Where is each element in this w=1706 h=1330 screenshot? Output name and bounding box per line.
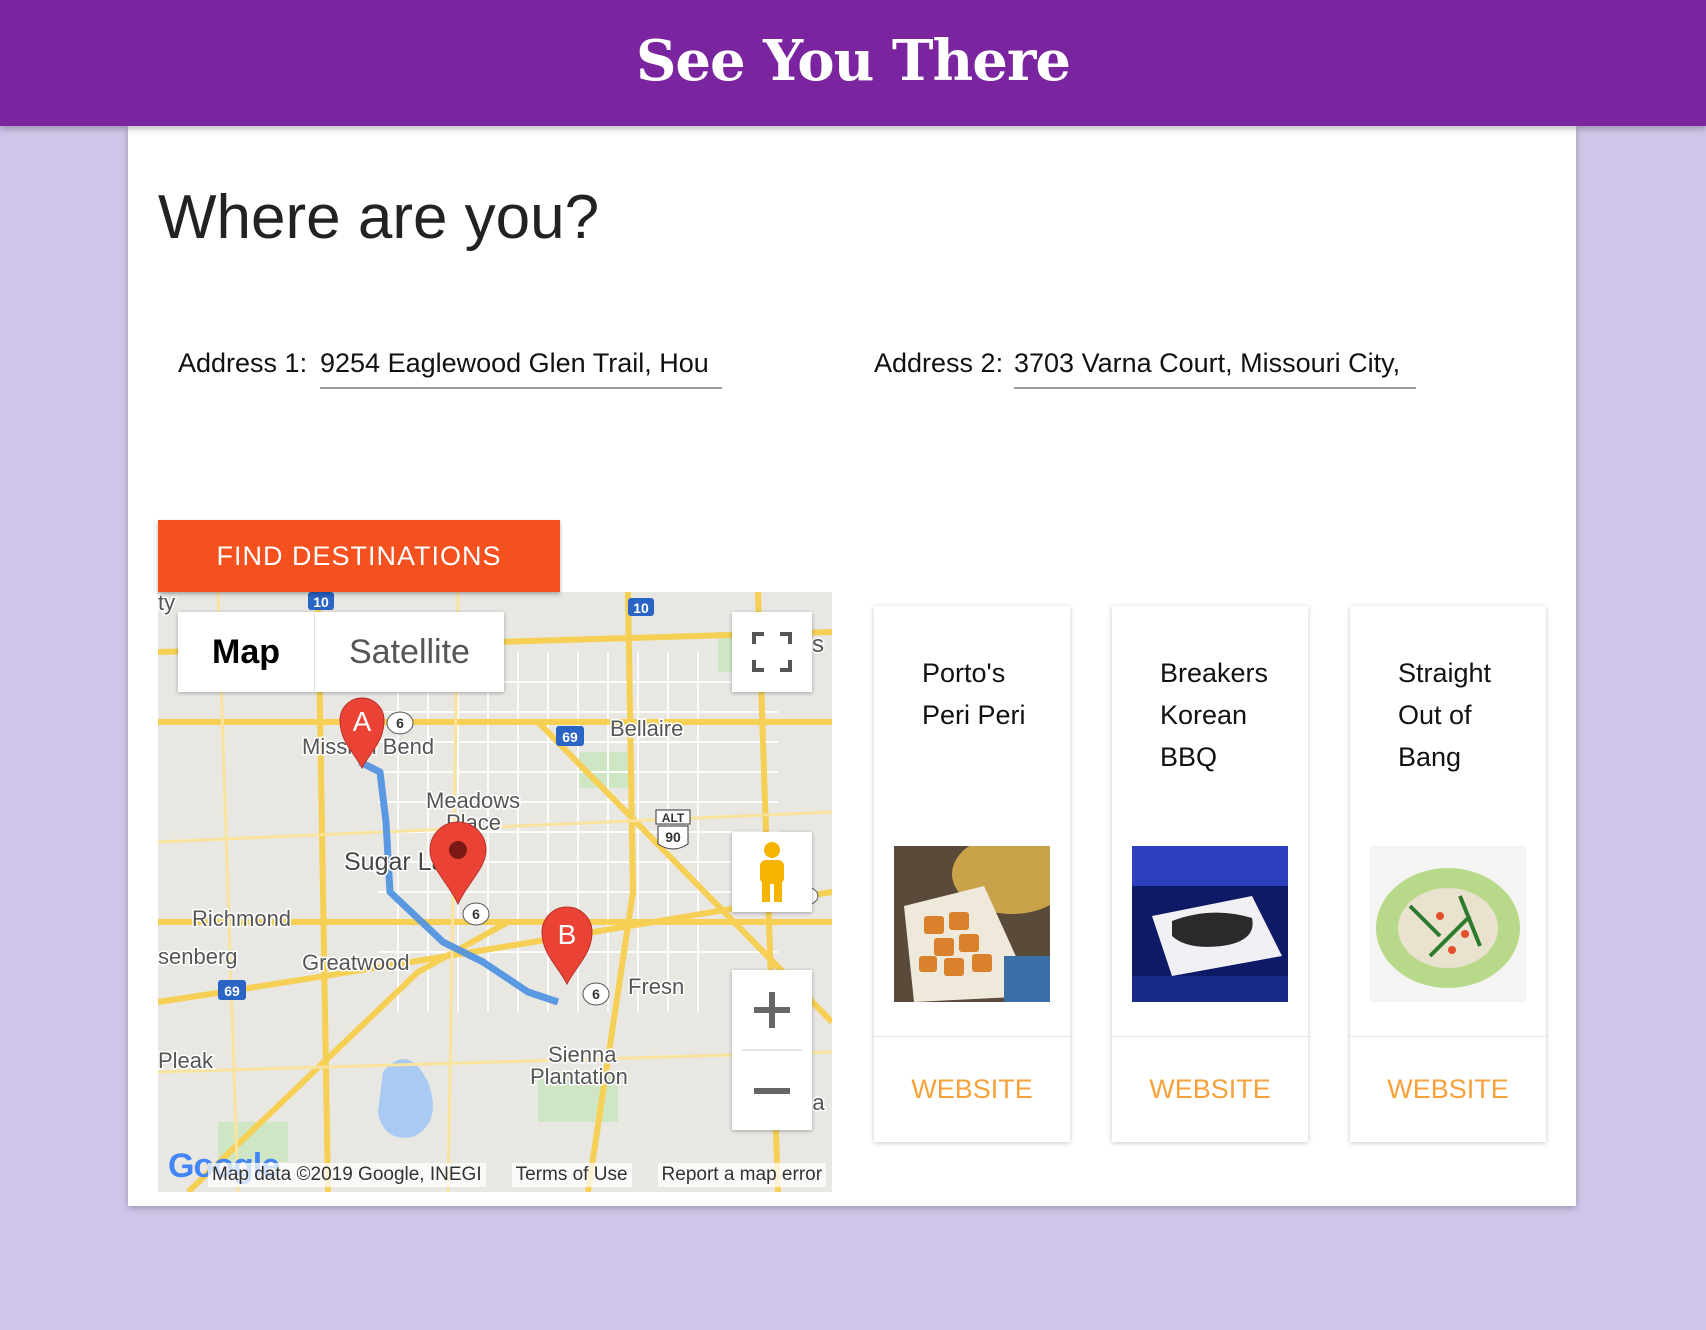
card-divider [1112, 1036, 1308, 1037]
place-label: Bellaire [610, 716, 683, 741]
zoom-out-button[interactable] [732, 1051, 812, 1130]
result-card: Porto's Peri Peri WEBSITE [874, 606, 1070, 1142]
place-label: Fresn [628, 974, 684, 999]
website-link[interactable]: WEBSITE [874, 1074, 1070, 1105]
card-divider [874, 1036, 1070, 1037]
fullscreen-button[interactable] [732, 612, 812, 692]
shield-label: 90 [665, 829, 681, 845]
shield-label: 6 [396, 715, 404, 731]
map-type-control[interactable]: Map Satellite [178, 612, 504, 692]
result-photo [894, 846, 1050, 1002]
map-type-map-button[interactable]: Map [178, 612, 315, 692]
svg-text:A: A [353, 706, 372, 737]
svg-text:B: B [558, 919, 577, 950]
shield-label: 69 [224, 983, 240, 999]
result-photo [1370, 846, 1526, 1002]
app-title: See You There [635, 28, 1071, 94]
place-label: Plantation [530, 1064, 628, 1089]
place-label: Greatwood [302, 950, 410, 975]
page-heading: Where are you? [158, 183, 600, 252]
fullscreen-icon [752, 632, 792, 672]
zoom-in-icon [754, 991, 790, 1028]
zoom-control [732, 970, 812, 1130]
shield-label: 69 [562, 729, 578, 745]
report-map-error-link[interactable]: Report a map error [657, 1163, 827, 1187]
result-name: Straight Out of Bang [1398, 658, 1492, 772]
shield-label: 6 [472, 906, 480, 922]
find-destinations-button[interactable]: FIND DESTINATIONS [158, 520, 560, 592]
map-type-satellite-button[interactable]: Satellite [315, 612, 504, 692]
zoom-out-icon [754, 1087, 790, 1094]
result-card: Breakers Korean BBQ WEBSITE [1112, 606, 1308, 1142]
pegman-icon [760, 842, 784, 902]
zoom-in-button[interactable] [732, 970, 812, 1049]
address-2-input[interactable] [1014, 339, 1416, 389]
address-1-label: Address 1: [178, 348, 308, 378]
app-header: See You There [0, 0, 1706, 126]
street-view-button[interactable] [732, 832, 812, 912]
route-map[interactable]: 10 10 6 69 ALT 90 6 6 69 288 [158, 592, 832, 1192]
card-divider [1350, 1036, 1546, 1037]
website-link[interactable]: WEBSITE [1112, 1074, 1308, 1105]
map-attribution: Map data ©2019 Google, INEGI [208, 1163, 486, 1187]
result-photo [1132, 846, 1288, 1002]
result-name: Breakers Korean BBQ [1160, 658, 1269, 772]
address-1-input[interactable] [320, 339, 722, 389]
address-2-label: Address 2: [874, 348, 1004, 378]
main-card: Where are you? Address 1: Address 2: FIN… [128, 126, 1576, 1206]
shield-label: 10 [633, 600, 649, 616]
website-link[interactable]: WEBSITE [1350, 1074, 1546, 1105]
place-label: Richmond [192, 906, 291, 931]
map-footer: Map data ©2019 Google, INEGI Terms of Us… [158, 1158, 832, 1192]
shield-label: 10 [313, 594, 329, 610]
place-label: Pleak [158, 1048, 214, 1073]
place-label: ty [158, 592, 175, 615]
shield-label: 6 [592, 986, 600, 1002]
result-card: Straight Out of Bang WEBSITE [1350, 606, 1546, 1142]
shield-label: ALT [662, 811, 685, 825]
terms-link[interactable]: Terms of Use [511, 1163, 632, 1187]
place-label: senberg [158, 944, 238, 969]
place-label: s [812, 631, 824, 658]
result-name: Porto's Peri Peri [922, 658, 1026, 730]
